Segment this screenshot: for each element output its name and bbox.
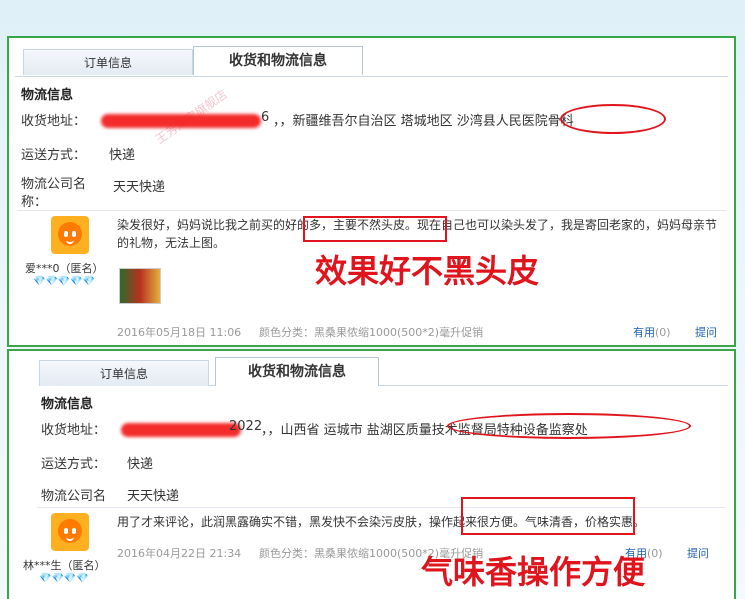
helpful-count: (0): [647, 547, 663, 560]
tab-bar: 订单信息 收货和物流信息: [15, 46, 728, 77]
logistics-label: 物流公司名称：: [21, 177, 87, 210]
shipping-method-value: 快递: [127, 457, 154, 472]
tab-bar: 订单信息 收货和物流信息: [39, 357, 728, 386]
review-panel-2: 订单信息 收货和物流信息 物流信息 收货地址： 2022 ，，山西省 运城市 盐…: [7, 349, 736, 599]
helpful-button[interactable]: 有用(0): [633, 324, 671, 340]
avatar-face-icon: [58, 519, 82, 543]
logistics-value: 天天快递: [113, 180, 166, 195]
annotation-text: 气味香操作方便: [421, 553, 646, 591]
reviewer-name: 爱***0（匿名）: [25, 262, 104, 275]
review-date: 2016年04月22日 21:34: [117, 547, 242, 560]
logistics-value: 天天快递: [127, 489, 180, 504]
highlight-ellipse: [560, 104, 666, 134]
address-visible-fragment: 6: [261, 110, 270, 125]
address-value: ，，新疆维吾尔自治区 塔城地区 沙湾县人民医院骨科: [273, 114, 574, 129]
logistics-label: 物流公司名: [41, 489, 107, 504]
ask-question-link[interactable]: 提问: [695, 324, 717, 340]
helpful-count: (0): [655, 326, 671, 339]
redacted-name-phone: [101, 114, 261, 128]
review-variant: 颜色分类：黑桑果侬缩1000(500*2)毫升促销: [259, 326, 484, 339]
review-date: 2016年05月18日 11:06: [117, 326, 242, 339]
review-panel-1: 订单信息 收货和物流信息 王芳淘宝旗舰店 物流信息 收货地址： 6 ，，新疆维吾…: [7, 36, 736, 347]
reviewer-name: 林***生（匿名）: [23, 559, 106, 572]
highlight-box: [461, 497, 635, 535]
helpful-label: 有用: [633, 326, 655, 339]
highlight-box: [303, 216, 447, 242]
address-label: 收货地址：: [21, 114, 87, 129]
avatar-face-icon: [58, 222, 82, 246]
annotation-text: 效果好不黑头皮: [315, 252, 540, 290]
avatar: [51, 513, 89, 551]
address-label: 收货地址：: [41, 423, 107, 438]
tab-shipping-info[interactable]: 收货和物流信息: [193, 46, 363, 75]
redacted-name-phone: [121, 423, 241, 437]
section-title: 物流信息: [21, 88, 74, 103]
ask-question-link[interactable]: 提问: [687, 545, 709, 561]
reviewer-level-hearts-icon: 💎💎💎💎💎: [33, 276, 96, 287]
section-title: 物流信息: [41, 397, 94, 412]
review-text: 用了才来评论，此润黑露确实不错，黑发快不会染污皮肤，操作起来很方便。气味清香，价…: [117, 515, 646, 529]
review-photo-thumbnail[interactable]: [119, 268, 161, 304]
shipping-method-value: 快递: [109, 148, 136, 163]
tab-order-info[interactable]: 订单信息: [23, 49, 193, 75]
highlight-ellipse: [447, 413, 691, 439]
address-visible-fragment: 2022: [229, 419, 263, 434]
reviewer-level-hearts-icon: 💎💎💎💎: [39, 573, 89, 584]
shipping-method-label: 运送方式：: [41, 457, 107, 472]
tab-shipping-info[interactable]: 收货和物流信息: [215, 357, 379, 386]
divider: [17, 210, 726, 211]
avatar: [51, 216, 89, 254]
tab-order-info[interactable]: 订单信息: [39, 360, 209, 386]
shipping-method-label: 运送方式：: [21, 148, 87, 163]
